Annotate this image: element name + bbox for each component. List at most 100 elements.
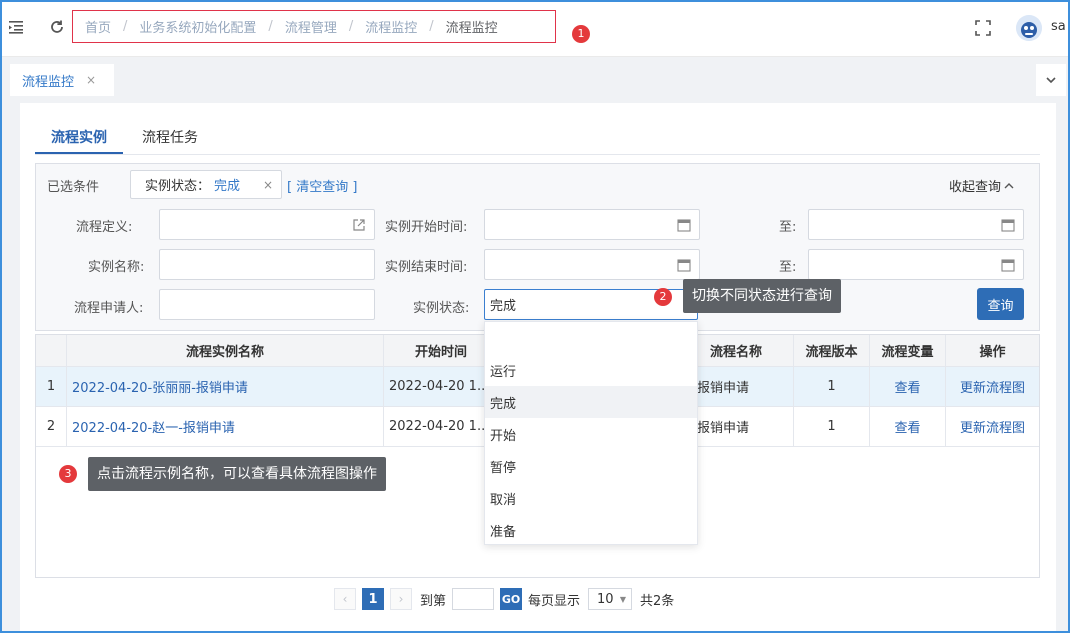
tooltip-status-switch: 切换不同状态进行查询: [683, 279, 841, 313]
field-label-instance-end: 实例结束时间:: [385, 260, 468, 275]
close-icon[interactable]: ×: [86, 73, 96, 87]
field-label-applicant: 流程申请人:: [74, 301, 144, 316]
applicant-input[interactable]: [159, 289, 375, 320]
close-icon[interactable]: ×: [263, 178, 273, 192]
table-header-name: 流程实例名称: [67, 335, 384, 367]
clear-query-link[interactable]: [ 清空查询 ]: [287, 176, 357, 195]
table-cell-version: 1: [794, 367, 870, 407]
breadcrumb-system-config[interactable]: 业务系统初始化配置: [139, 17, 256, 36]
update-diagram-link[interactable]: 更新流程图: [946, 407, 1039, 447]
table-header-start: 开始时间: [384, 335, 499, 367]
fullscreen-icon[interactable]: [974, 19, 992, 37]
pagination: ‹ 1 › 到第 GO 每页显示 10 ▼ 共2条: [334, 588, 674, 610]
field-label-to: 至:: [779, 220, 797, 235]
collapse-label: 收起查询: [949, 180, 1002, 195]
status-option-empty[interactable]: [485, 322, 697, 354]
table-cell-start: 2022-04-20 1...: [384, 407, 499, 447]
goto-page-input[interactable]: [452, 588, 495, 610]
external-link-icon[interactable]: [352, 218, 366, 232]
breadcrumb-current: 流程监控: [445, 21, 498, 36]
status-option-cancelled[interactable]: 取消: [485, 482, 697, 514]
field-label-to: 至:: [779, 260, 797, 275]
tab-process-monitor[interactable]: 流程监控 ×: [10, 64, 114, 96]
query-button[interactable]: 查询: [977, 288, 1024, 320]
breadcrumb-home[interactable]: 首页: [85, 17, 111, 36]
table-row-index: 1: [36, 367, 67, 407]
tabs-dropdown-button[interactable]: [1036, 64, 1066, 96]
app-frame: 首页 / 业务系统初始化配置 / 流程管理 / 流程监控 / 流程监控 1 sa: [0, 0, 1070, 633]
calendar-icon: [1001, 259, 1015, 272]
table-header-index: [36, 335, 67, 367]
avatar[interactable]: [1016, 15, 1042, 41]
table-row-index: 2: [36, 407, 67, 447]
tab-process-task[interactable]: 流程任务: [142, 127, 198, 147]
instance-name-link[interactable]: 2022-04-20-赵一-报销申请: [67, 407, 384, 447]
update-diagram-link[interactable]: 更新流程图: [946, 367, 1039, 407]
instance-start-date-end-input[interactable]: [808, 209, 1024, 240]
table-header-op: 操作: [946, 335, 1039, 367]
total-count: 共2条: [640, 593, 675, 609]
field-label-instance-name: 实例名称:: [88, 260, 145, 275]
chip-value: 完成: [214, 179, 241, 194]
status-option-running[interactable]: 运行: [485, 354, 697, 386]
field-label-instance-start: 实例开始时间:: [385, 220, 468, 235]
instance-name-link[interactable]: 2022-04-20-张丽丽-报销申请: [67, 367, 384, 407]
subtabs: 流程实例 流程任务: [35, 117, 1040, 155]
status-option-started[interactable]: 开始: [485, 418, 697, 450]
selected-conditions-label: 已选条件: [47, 180, 100, 195]
tab-label: 流程监控: [22, 74, 75, 90]
status-option-ready[interactable]: 准备: [485, 514, 697, 546]
chevron-down-icon: [1046, 77, 1056, 84]
menu-fold-icon[interactable]: [8, 19, 24, 35]
calendar-icon: [677, 219, 691, 232]
breadcrumb-process-monitor[interactable]: 流程监控: [365, 17, 417, 36]
caret-down-icon: ▼: [619, 594, 627, 604]
calendar-icon: [677, 259, 691, 272]
filter-panel: 已选条件 实例状态： 完成 × [ 清空查询 ] 收起查询 流程定义: 实例开始…: [35, 163, 1040, 331]
goto-label: 到第: [420, 593, 447, 609]
open-tabs-bar: 流程监控 ×: [2, 60, 1068, 98]
tab-process-instance[interactable]: 流程实例: [51, 127, 107, 147]
page-1-button[interactable]: 1: [362, 588, 384, 610]
field-label-process-def: 流程定义:: [76, 220, 133, 235]
user-name[interactable]: sa: [1051, 19, 1066, 34]
instance-end-date-end-input[interactable]: [808, 249, 1024, 280]
calendar-icon: [1001, 219, 1015, 232]
annotation-badge-3: 3: [59, 465, 77, 483]
active-tab-indicator: [35, 152, 123, 154]
annotation-badge-2: 2: [654, 288, 672, 306]
view-vars-link[interactable]: 查看: [870, 407, 946, 447]
per-page-label: 每页显示: [528, 593, 581, 609]
chip-key: 实例状态：: [145, 179, 211, 194]
breadcrumb-separator: /: [268, 19, 273, 34]
refresh-icon[interactable]: [48, 18, 66, 36]
status-dropdown: 运行 完成 开始 暂停 取消 准备: [484, 321, 698, 545]
breadcrumb-separator: /: [429, 19, 434, 34]
page-size-select[interactable]: 10 ▼: [588, 588, 633, 610]
status-option-completed[interactable]: 完成: [485, 386, 697, 418]
breadcrumb-process-mgmt[interactable]: 流程管理: [285, 17, 337, 36]
field-label-instance-status: 实例状态:: [413, 301, 470, 316]
status-option-paused[interactable]: 暂停: [485, 450, 697, 482]
status-select-value: 完成: [490, 299, 517, 314]
table-cell-version: 1: [794, 407, 870, 447]
instance-name-input[interactable]: [159, 249, 375, 280]
top-bar: 首页 / 业务系统初始化配置 / 流程管理 / 流程监控 / 流程监控 1 sa: [2, 2, 1068, 57]
user-avatar-icon: [1016, 15, 1042, 41]
collapse-query-toggle[interactable]: 收起查询: [949, 176, 1015, 195]
next-page-button[interactable]: ›: [390, 588, 412, 610]
tooltip-click-name: 点击流程示例名称，可以查看具体流程图操作: [88, 457, 386, 491]
breadcrumb-separator: /: [123, 19, 128, 34]
instance-end-date-input[interactable]: [484, 249, 700, 280]
chevron-up-icon: [1004, 183, 1014, 189]
view-vars-link[interactable]: 查看: [870, 367, 946, 407]
filter-chip-status: 实例状态： 完成 ×: [130, 170, 282, 199]
annotation-badge-1: 1: [572, 25, 590, 43]
table-cell-start: 2022-04-20 1...: [384, 367, 499, 407]
table-header-vars: 流程变量: [870, 335, 946, 367]
prev-page-button[interactable]: ‹: [334, 588, 356, 610]
breadcrumb-separator: /: [348, 19, 354, 34]
process-def-input[interactable]: [159, 209, 375, 240]
instance-start-date-input[interactable]: [484, 209, 700, 240]
go-button[interactable]: GO: [500, 588, 523, 610]
